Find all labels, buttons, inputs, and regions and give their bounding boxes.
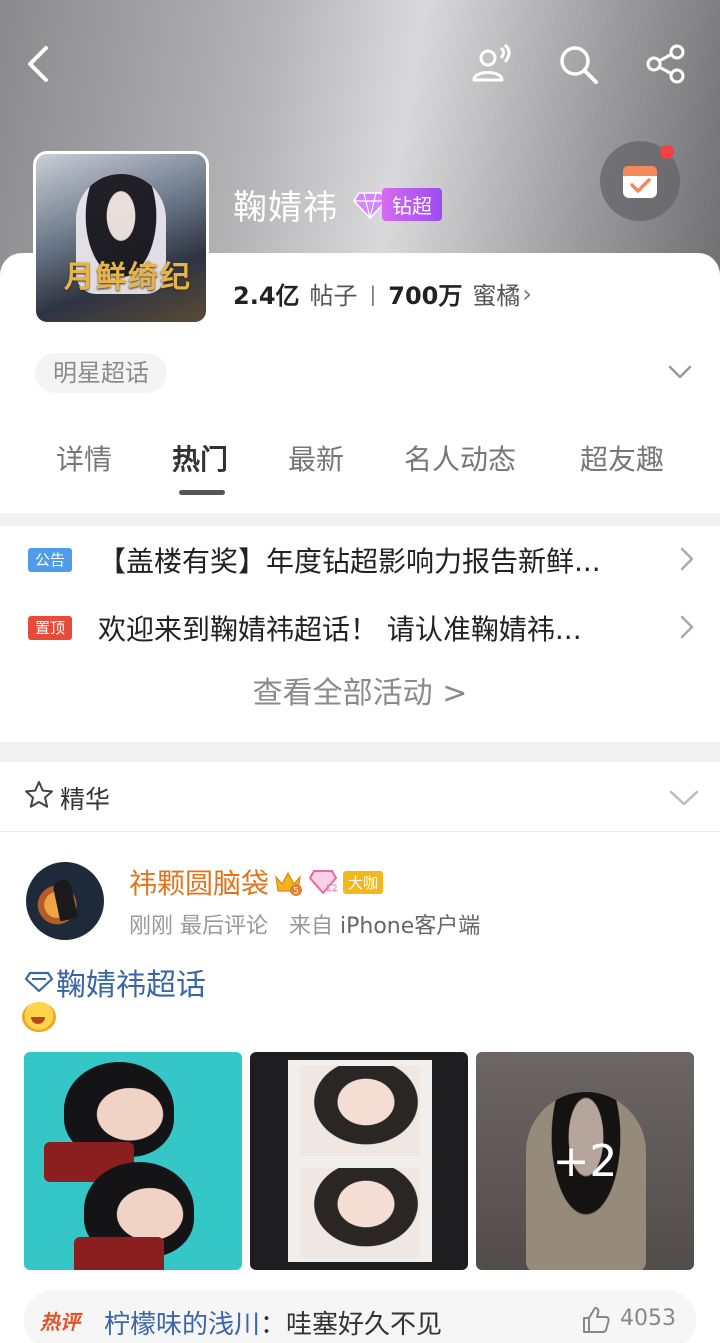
tab-latest[interactable]: 最新 [288, 438, 344, 478]
tab-hot[interactable]: 热门 [172, 438, 228, 478]
hot-comment-label: 热评 [40, 1310, 80, 1334]
posts-label: 帖子 [309, 282, 358, 310]
rank-badge: 钻超 [382, 188, 442, 221]
pinned-tag: 置顶 [28, 616, 72, 640]
like-count: 4053 [620, 1306, 676, 1331]
tab-details[interactable]: 详情 [56, 438, 112, 478]
top-bar [0, 0, 720, 120]
tab-celebrity-news[interactable]: 名人动态 [404, 438, 516, 478]
svg-text:5: 5 [293, 887, 299, 897]
comment-user[interactable]: 柠檬味的浅川 [104, 1310, 260, 1340]
author-row: 祎颗圆脑袋 5 12 大咖 [129, 862, 384, 902]
category-tag[interactable]: 明星超话 [35, 353, 167, 393]
back-icon[interactable] [16, 40, 64, 88]
topic-avatar[interactable]: 月鲜绮纪 [33, 151, 209, 325]
topic-link[interactable]: 鞠婧祎超话 [24, 960, 206, 1004]
announcement-tag: 公告 [28, 548, 72, 572]
section-divider [0, 742, 720, 762]
notice-text: 【盖楼有奖】年度钻超影响力报告新鲜... [98, 545, 601, 578]
level-number: 12 [326, 884, 337, 894]
chevron-right-icon [680, 615, 694, 639]
title-row: 鞠婧祎 钻超 [233, 180, 442, 229]
chevron-down-icon[interactable] [668, 784, 700, 810]
share-icon[interactable] [642, 40, 690, 88]
notification-dot [660, 145, 674, 159]
avatar-logo: 月鲜绮纪 [64, 260, 192, 295]
level-diamond-icon: 12 [309, 870, 338, 895]
featured-section[interactable]: 精华 [0, 762, 720, 832]
tab-bar: 详情 热门 最新 名人动态 超友趣 [0, 438, 720, 498]
posts-count: 2.4亿 [233, 282, 300, 310]
post-image-1[interactable] [24, 1052, 242, 1270]
post-image-3[interactable]: +2 [476, 1052, 694, 1270]
super-topic-page: 月鲜绮纪 鞠婧祎 钻超 2.4亿 帖子 | 700万 蜜橘 › 明星超话 详情 … [0, 0, 720, 1343]
author-avatar[interactable] [26, 862, 104, 940]
featured-label: 精华 [60, 785, 111, 814]
calendar-check-icon [623, 166, 657, 198]
notice-pinned[interactable]: 置顶 欢迎来到鞠婧祎超话！ 请认准鞠婧祎... [0, 594, 720, 662]
star-icon [25, 781, 53, 808]
notice-announcement[interactable]: 公告 【盖楼有奖】年度钻超影响力报告新鲜... [0, 526, 720, 594]
post-meta: 刚刚 最后评论 来自 iPhone客户端 [129, 908, 480, 940]
crown-icon: 5 [275, 871, 303, 897]
chevron-right-icon: › [522, 279, 532, 308]
view-all-activities-link[interactable]: 查看全部活动 > [0, 668, 720, 712]
search-icon[interactable] [554, 40, 602, 88]
fans-label: 蜜橘 [472, 282, 521, 310]
notice-text: 欢迎来到鞠婧祎超话！ 请认准鞠婧祎... [98, 613, 582, 646]
users-wave-icon[interactable] [466, 40, 514, 88]
emoji-icon [22, 1002, 56, 1032]
post-image-2[interactable] [250, 1052, 468, 1270]
post-time: 刚刚 最后评论 [129, 914, 268, 939]
checkin-button[interactable] [600, 141, 680, 221]
author-name[interactable]: 祎颗圆脑袋 [129, 862, 269, 902]
stats-row[interactable]: 2.4亿 帖子 | 700万 蜜橘 › [233, 276, 532, 311]
chevron-down-icon[interactable] [666, 358, 694, 386]
post-source: iPhone客户端 [340, 914, 481, 939]
thumbs-up-icon[interactable] [580, 1304, 612, 1336]
active-tab-indicator [179, 490, 225, 495]
comment-body: ：哇塞好久不见 [260, 1310, 443, 1340]
tab-fan-fun[interactable]: 超友趣 [580, 438, 664, 478]
diamond-topic-icon [24, 971, 54, 993]
fans-count: 700万 [388, 282, 463, 310]
page-title: 鞠婧祎 [233, 188, 338, 228]
topic-name: 鞠婧祎超话 [56, 968, 206, 1003]
hot-comment-text: 柠檬味的浅川：哇塞好久不见 [104, 1304, 442, 1341]
hot-comment[interactable]: 热评 柠檬味的浅川：哇塞好久不见 4053 [24, 1290, 696, 1343]
source-prefix: 来自 [289, 914, 334, 939]
vip-badge: 大咖 [343, 870, 384, 894]
stats-divider: | [369, 281, 377, 306]
more-images-count: +2 [476, 1052, 694, 1270]
chevron-right-icon [680, 547, 694, 571]
